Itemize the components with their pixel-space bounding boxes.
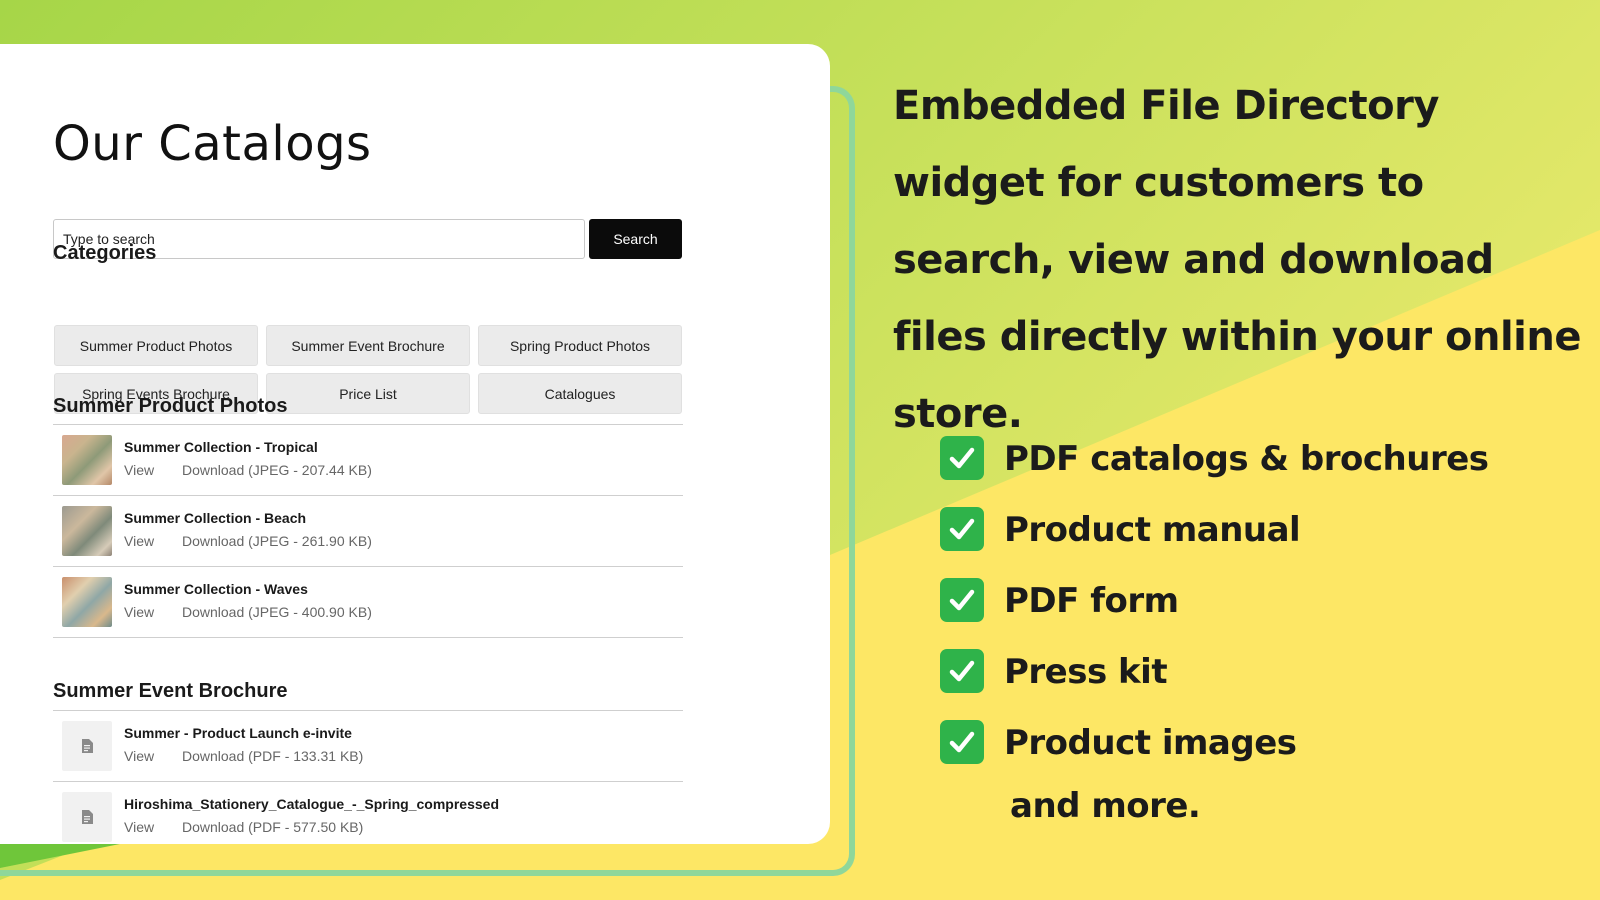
- file-thumbnail[interactable]: [62, 577, 112, 627]
- file-name: Summer Collection - Beach: [124, 510, 307, 526]
- feature-item: Product images: [940, 716, 1489, 787]
- file-row: Summer Collection - Tropical View Downlo…: [53, 425, 683, 496]
- view-link[interactable]: View: [124, 748, 154, 764]
- feature-item: Press kit: [940, 645, 1489, 716]
- file-row: Summer Collection - Waves View Download …: [53, 567, 683, 638]
- check-mark-icon: [940, 578, 984, 622]
- section-heading-summer-event-brochure: Summer Event Brochure: [53, 680, 288, 702]
- categories-heading: Categories: [53, 242, 157, 264]
- view-link[interactable]: View: [124, 819, 154, 835]
- file-name: Summer Collection - Waves: [124, 581, 308, 597]
- download-link[interactable]: Download (PDF - 133.31 KB): [182, 748, 363, 764]
- and-more-text: and more.: [1010, 786, 1201, 826]
- feature-label: PDF form: [1004, 581, 1179, 621]
- category-catalogues[interactable]: Catalogues: [478, 373, 682, 414]
- download-link[interactable]: Download (JPEG - 207.44 KB): [182, 462, 372, 478]
- feature-label: Product manual: [1004, 510, 1301, 550]
- category-price-list[interactable]: Price List: [266, 373, 470, 414]
- download-link[interactable]: Download (JPEG - 261.90 KB): [182, 533, 372, 549]
- file-thumbnail[interactable]: [62, 506, 112, 556]
- feature-item: PDF form: [940, 574, 1489, 645]
- download-link[interactable]: Download (PDF - 577.50 KB): [182, 819, 363, 835]
- file-row: Summer Collection - Beach View Download …: [53, 496, 683, 567]
- file-thumbnail[interactable]: [62, 435, 112, 485]
- view-link[interactable]: View: [124, 462, 154, 478]
- check-mark-icon: [940, 720, 984, 764]
- file-list-summer-product-photos: Summer Collection - Tropical View Downlo…: [53, 424, 683, 638]
- feature-label: Product images: [1004, 723, 1297, 763]
- feature-label: PDF catalogs & brochures: [1004, 439, 1489, 479]
- file-name: Summer Collection - Tropical: [124, 439, 318, 455]
- search-button[interactable]: Search: [589, 219, 682, 259]
- file-name: Hiroshima_Stationery_Catalogue_-_Spring_…: [124, 796, 500, 812]
- check-mark-icon: [940, 436, 984, 480]
- document-icon[interactable]: [62, 721, 112, 771]
- file-name: Summer - Product Launch e-invite: [124, 725, 352, 741]
- check-mark-icon: [940, 649, 984, 693]
- file-row: Hiroshima_Stationery_Catalogue_-_Spring_…: [53, 782, 683, 844]
- category-spring-product-photos[interactable]: Spring Product Photos: [478, 325, 682, 366]
- section-heading-summer-product-photos: Summer Product Photos: [53, 395, 288, 417]
- promo-heading: Embedded File Directory widget for custo…: [893, 83, 1581, 437]
- download-link[interactable]: Download (JPEG - 400.90 KB): [182, 604, 372, 620]
- feature-item: PDF catalogs & brochures: [940, 432, 1489, 503]
- document-icon[interactable]: [62, 792, 112, 842]
- feature-label: Press kit: [1004, 652, 1168, 692]
- category-summer-product-photos[interactable]: Summer Product Photos: [54, 325, 258, 366]
- view-link[interactable]: View: [124, 604, 154, 620]
- page-title: Our Catalogs: [53, 116, 372, 172]
- catalog-widget: Our Catalogs Search Categories Summer Pr…: [0, 44, 830, 844]
- category-summer-event-brochure[interactable]: Summer Event Brochure: [266, 325, 470, 366]
- view-link[interactable]: View: [124, 533, 154, 549]
- feature-item: Product manual: [940, 503, 1489, 574]
- file-row: Summer - Product Launch e-invite View Do…: [53, 711, 683, 782]
- feature-list: PDF catalogs & brochures Product manual …: [940, 432, 1489, 787]
- check-mark-icon: [940, 507, 984, 551]
- file-list-summer-event-brochure: Summer - Product Launch e-invite View Do…: [53, 710, 683, 844]
